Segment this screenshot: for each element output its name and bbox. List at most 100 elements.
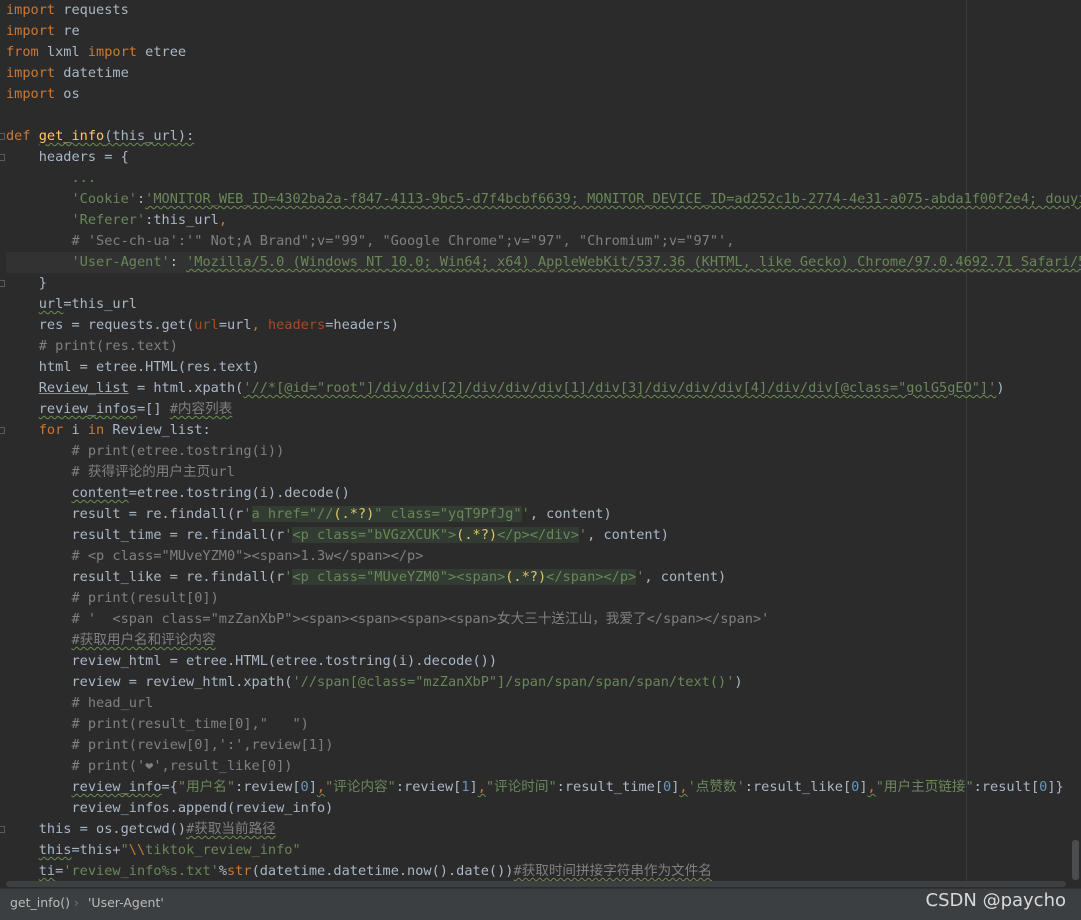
code-token: , bbox=[867, 779, 876, 795]
code-token: import bbox=[6, 23, 56, 39]
code-line[interactable]: # head_url bbox=[6, 693, 1081, 714]
code-line[interactable]: 'Cookie':'MONITOR_WEB_ID=4302ba2a-f847-4… bbox=[6, 189, 1081, 210]
code-token: 0 bbox=[300, 779, 309, 795]
breadcrumb-separator-icon: › bbox=[74, 895, 79, 910]
code-token: os bbox=[55, 86, 80, 102]
code-line[interactable] bbox=[6, 105, 1081, 126]
code-line[interactable]: html = etree.HTML(res.text) bbox=[6, 357, 1081, 378]
code-line[interactable]: result_time = re.findall(r ' <p class="bVG… bbox=[6, 525, 1081, 546]
code-token: : bbox=[169, 254, 187, 270]
code-line[interactable]: # 获得评论的用户主页url bbox=[6, 462, 1081, 483]
code-token: ' bbox=[243, 506, 252, 522]
breadcrumb-function[interactable]: get_info() bbox=[10, 895, 70, 910]
code-token: ) bbox=[734, 674, 743, 690]
code-token: import bbox=[6, 86, 56, 102]
code-token: # 'Sec-ch-ua':'" Not;A Brand";v="99", "G… bbox=[71, 233, 735, 249]
code-token: "评论时间" bbox=[485, 779, 557, 795]
code-line[interactable]: review_html = etree.HTML(etree.tostring(… bbox=[6, 651, 1081, 672]
code-line[interactable]: # <p class="MUveYZM0"><span>1.3w</span><… bbox=[6, 546, 1081, 567]
code-token: # head_url bbox=[71, 695, 154, 711]
code-token: this = os.getcwd() bbox=[6, 821, 187, 837]
code-token: ti bbox=[38, 863, 56, 879]
code-token: \\ bbox=[128, 842, 146, 858]
code-line[interactable]: # 'Sec-ch-ua':'" Not;A Brand";v="99", "G… bbox=[6, 231, 1081, 252]
code-line[interactable]: # print(result_time[0]," ") bbox=[6, 714, 1081, 735]
code-token: review = review_html.xpath( bbox=[6, 674, 293, 690]
code-token: headers = { bbox=[6, 149, 129, 165]
code-line[interactable]: review_infos=[] #内容列表 bbox=[6, 399, 1081, 420]
code-token: =this_url bbox=[63, 296, 137, 312]
code-line[interactable]: result = re.findall(r'a href="//(.*?)" c… bbox=[6, 504, 1081, 525]
code-token: result = re.findall(r bbox=[6, 506, 244, 522]
code-line[interactable]: 'User-Agent': 'Mozilla/5.0 (Windows NT 1… bbox=[6, 252, 1081, 273]
code-line[interactable]: url=this_url bbox=[6, 294, 1081, 315]
code-line[interactable]: import datetime bbox=[6, 63, 1081, 84]
code-line[interactable]: import os bbox=[6, 84, 1081, 105]
code-token: 1 bbox=[461, 779, 470, 795]
code-line[interactable]: res = requests.get(url=url, headers=head… bbox=[6, 315, 1081, 336]
code-token: '//span[@class="mzZanXbP"]/span/span/spa… bbox=[292, 674, 735, 690]
code-line[interactable]: review_info={"用户名":review[0],"评论内容":revi… bbox=[6, 777, 1081, 798]
code-line[interactable]: content=etree.tostring(i).decode() bbox=[6, 483, 1081, 504]
code-token: from bbox=[6, 44, 39, 60]
code-line[interactable]: } bbox=[0, 273, 1081, 294]
code-token: tiktok_review_info" bbox=[145, 842, 301, 858]
code-token: this bbox=[38, 842, 72, 858]
code-token: # print(result_time[0]," ") bbox=[71, 716, 309, 732]
code-token: (this_url): bbox=[104, 128, 195, 144]
code-line[interactable]: # print('❤',result_like[0]) bbox=[6, 756, 1081, 777]
fold-marker-icon[interactable] bbox=[0, 280, 5, 287]
code-line[interactable]: # ' <span class="mzZanXbP"><span><span><… bbox=[6, 609, 1081, 630]
code-line[interactable]: # print(result[0]) bbox=[6, 588, 1081, 609]
code-token: res = requests.get( bbox=[6, 317, 195, 333]
code-line[interactable]: headers = { bbox=[0, 147, 1081, 168]
code-line[interactable]: # print(review[0],':',review[1]) bbox=[6, 735, 1081, 756]
vertical-scrollbar[interactable] bbox=[1072, 840, 1079, 880]
code-area[interactable]: import requests import re from lxml import… bbox=[0, 0, 1081, 882]
code-line[interactable]: this=this+"\\tiktok_review_info" bbox=[6, 840, 1081, 861]
code-token: : bbox=[136, 191, 146, 207]
code-token: =etree.tostring(i).decode() bbox=[128, 485, 350, 501]
code-token: 'MONITOR_WEB_ID=4302ba2a-f847-4113-9bc5-… bbox=[145, 191, 1081, 207]
code-token: , bbox=[218, 212, 228, 228]
code-line[interactable]: def get_info(this_url): bbox=[0, 126, 1081, 147]
fold-marker-icon[interactable] bbox=[0, 154, 5, 161]
code-editor[interactable]: import requests import re from lxml import… bbox=[0, 0, 1081, 888]
fold-marker-icon[interactable] bbox=[0, 427, 5, 434]
code-token: ... bbox=[71, 170, 97, 186]
code-token: :review[ bbox=[395, 779, 462, 795]
code-token: review_info bbox=[71, 779, 162, 795]
code-token: review_infos.append(review_info) bbox=[6, 800, 334, 816]
code-line[interactable]: ... bbox=[6, 168, 1081, 189]
code-line[interactable]: # print(res.text) bbox=[6, 336, 1081, 357]
horizontal-scrollbar[interactable] bbox=[6, 881, 1066, 887]
code-line[interactable]: review_infos.append(review_info) bbox=[6, 798, 1081, 819]
code-line[interactable]: #获取用户名和评论内容 bbox=[6, 630, 1081, 651]
code-line[interactable]: from lxml import etree bbox=[6, 42, 1081, 63]
code-line[interactable]: this = os.getcwd()#获取当前路径 bbox=[0, 819, 1081, 840]
code-line[interactable]: review = review_html.xpath('//span[@clas… bbox=[6, 672, 1081, 693]
code-token: </span></p> bbox=[546, 569, 637, 585]
code-line[interactable]: 'Referer':this_url, bbox=[6, 210, 1081, 231]
code-line[interactable]: result_like = re.findall(r'<p class="MUv… bbox=[6, 567, 1081, 588]
code-line[interactable]: # print(etree.tostring(i)) bbox=[6, 441, 1081, 462]
code-line[interactable]: Review_list = html.xpath('//*[@id="root"… bbox=[6, 378, 1081, 399]
code-line[interactable]: import re bbox=[6, 21, 1081, 42]
code-token: } bbox=[6, 275, 47, 291]
fold-marker-icon[interactable] bbox=[0, 133, 5, 140]
code-token: import bbox=[6, 2, 56, 18]
breadcrumb-key[interactable]: 'User-Agent' bbox=[88, 895, 164, 910]
code-line[interactable]: ti='review_info%s.txt'%str(datetime.date… bbox=[6, 861, 1081, 882]
code-token: # print(etree.tostring(i)) bbox=[71, 443, 285, 459]
code-token: in bbox=[87, 422, 105, 438]
code-line[interactable]: import requests bbox=[6, 0, 1081, 21]
code-token: # print(result[0]) bbox=[71, 590, 219, 606]
fold-marker-icon[interactable] bbox=[0, 826, 5, 833]
code-line[interactable]: for i in Review_list: bbox=[0, 420, 1081, 441]
breadcrumb-bar: get_info() › 'User-Agent' bbox=[0, 888, 1081, 920]
